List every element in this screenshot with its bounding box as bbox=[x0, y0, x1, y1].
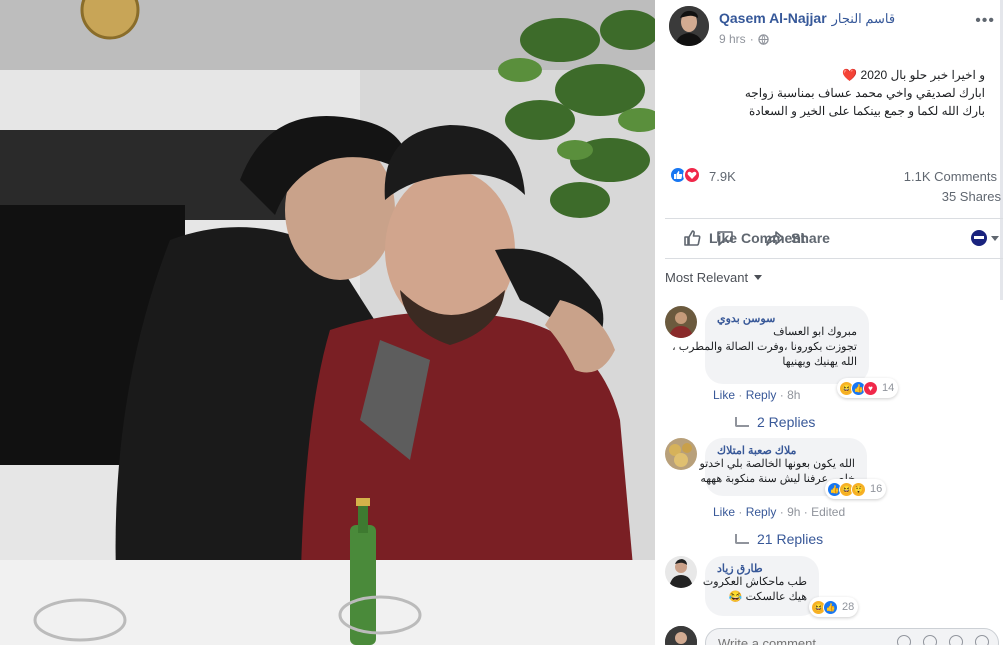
comment-reply-link[interactable]: Reply bbox=[746, 505, 777, 519]
comment-reaction-count: 14 bbox=[882, 382, 895, 394]
separator-dot: · bbox=[779, 505, 788, 519]
post-action-bar: Like Comment Share bbox=[669, 222, 1001, 254]
thumbs-up-icon bbox=[684, 230, 701, 246]
photo-illustration bbox=[0, 0, 655, 645]
comment-time[interactable]: 8h bbox=[787, 388, 800, 402]
comment-sort-dropdown[interactable]: Most Relevant bbox=[665, 270, 763, 285]
globe-icon bbox=[757, 33, 769, 45]
author-name[interactable]: Qasem Al-Najjar قاسم النجار bbox=[719, 10, 895, 27]
comment-bubble-icon bbox=[717, 231, 733, 246]
divider bbox=[665, 218, 1003, 219]
comment-bubble: طارق زياد طب ماحكاش العكروت هيك عالسكت 😂 bbox=[702, 556, 819, 616]
profile-flag-icon bbox=[971, 230, 987, 246]
comment-input-tools bbox=[897, 635, 989, 645]
like-reaction-icon: 👍 bbox=[823, 599, 838, 615]
reaction-count[interactable]: 7.9K bbox=[709, 169, 736, 184]
view-replies-link[interactable]: 21 Replies bbox=[735, 531, 823, 547]
camera-icon[interactable] bbox=[923, 635, 937, 645]
comment-like-link[interactable]: Like bbox=[713, 505, 735, 519]
replies-count: 21 Replies bbox=[757, 531, 824, 547]
shares-count[interactable]: 35 Shares bbox=[942, 189, 1001, 204]
emoji-icon[interactable] bbox=[897, 635, 911, 645]
commenter-name[interactable]: سوسن بدوي bbox=[717, 312, 857, 325]
gif-icon[interactable] bbox=[949, 635, 963, 645]
more-options-icon[interactable]: ••• bbox=[975, 12, 995, 30]
view-replies-link[interactable]: 2 Replies bbox=[735, 414, 815, 430]
post-meta: 9 hrs · bbox=[719, 32, 769, 46]
reaction-icons[interactable] bbox=[669, 166, 701, 184]
commenter-name[interactable]: طارق زياد bbox=[717, 562, 807, 575]
commenter-avatar[interactable] bbox=[665, 438, 697, 470]
post-detail-panel: Qasem Al-Najjar قاسم النجار 9 hrs · ••• و… bbox=[655, 0, 1003, 645]
commenter-avatar-image bbox=[665, 438, 697, 470]
post-text: و اخيرا خبر حلو بال 2020 ❤️ ابارك لصديقي… bbox=[675, 66, 985, 120]
comment-text: هيك عالسكت 😂 bbox=[728, 591, 807, 603]
chevron-down-icon bbox=[754, 275, 763, 280]
post-text-line: ابارك لصديقي واخي محمد عساف بمناسبة زواج… bbox=[744, 86, 985, 100]
post-time[interactable]: 9 hrs bbox=[719, 32, 746, 46]
comments-count[interactable]: 1.1K Comments bbox=[904, 169, 997, 184]
comment-reactions[interactable]: 👍 😆 😲 16 bbox=[825, 479, 887, 499]
comment-text: طب ماحكاش العكروت bbox=[702, 576, 807, 588]
write-comment-row bbox=[665, 626, 999, 645]
comment-text: تجوزت بكورونا ،وفرت الصالة والمطرب ، bbox=[672, 341, 857, 353]
separator-dot: · bbox=[779, 388, 788, 402]
author-avatar[interactable] bbox=[669, 6, 709, 46]
post-photo[interactable] bbox=[0, 0, 655, 645]
separator-dot: · bbox=[738, 388, 746, 402]
post-header: Qasem Al-Najjar قاسم النجار 9 hrs · ••• bbox=[669, 6, 999, 50]
comment-button-label: Comment bbox=[741, 230, 806, 246]
comment-text: الله يهنيك ويهنيها bbox=[782, 356, 857, 368]
reply-arrow-icon bbox=[735, 417, 749, 427]
comment-reactions[interactable]: 😆 👍 28 bbox=[809, 597, 859, 617]
reply-arrow-icon bbox=[735, 534, 749, 544]
post-text-line: و اخيرا خبر حلو بال 2020 ❤️ bbox=[842, 68, 985, 82]
author-avatar-image bbox=[669, 6, 709, 46]
comment-like-link[interactable]: Like bbox=[713, 388, 735, 402]
current-user-avatar[interactable] bbox=[665, 626, 697, 645]
comment-button[interactable]: Comment bbox=[715, 228, 1003, 248]
comment-actions: Like · Reply · 9h · Edited bbox=[713, 505, 845, 519]
comment-text: الله يكون بعونها الخالصة بلي اخدتو bbox=[699, 458, 855, 470]
post-text-line: بارك الله لكما و جمع بينكما على الخير و … bbox=[749, 104, 985, 118]
author-name-latin[interactable]: Qasem Al-Najjar bbox=[719, 10, 827, 26]
sticker-icon[interactable] bbox=[975, 635, 989, 645]
comment-actions: Like · Reply · 8h bbox=[713, 388, 800, 402]
comment-sort-label: Most Relevant bbox=[665, 270, 749, 285]
current-user-avatar-image bbox=[665, 626, 697, 645]
commenter-avatar[interactable] bbox=[665, 556, 697, 588]
commenter-name[interactable]: ملاك صعبة امتلاك bbox=[717, 444, 855, 457]
comment-reply-link[interactable]: Reply bbox=[746, 388, 777, 402]
author-name-arabic[interactable]: قاسم النجار bbox=[832, 11, 895, 26]
replies-count: 2 Replies bbox=[757, 414, 816, 430]
comment-time[interactable]: 9h bbox=[787, 505, 800, 519]
love-reaction-icon bbox=[683, 166, 701, 184]
separator-dot: · bbox=[738, 505, 746, 519]
comment-reactions[interactable]: 😆 👍 ♥ 14 bbox=[837, 378, 899, 398]
comment-edited-label[interactable]: Edited bbox=[811, 505, 845, 519]
meta-separator: · bbox=[749, 32, 754, 46]
comment-reaction-count: 16 bbox=[870, 483, 883, 495]
comment-reaction-count: 28 bbox=[842, 601, 855, 613]
wow-reaction-icon: 😲 bbox=[851, 481, 866, 497]
commenter-avatar[interactable] bbox=[665, 306, 697, 338]
comment-text: مبروك ابو العساف bbox=[773, 326, 857, 338]
comment-bubble: سوسن بدوي مبروك ابو العساف تجوزت بكورونا… bbox=[672, 306, 869, 384]
commenter-avatar-image bbox=[665, 556, 697, 588]
divider bbox=[665, 258, 1003, 259]
love-reaction-icon: ♥ bbox=[863, 380, 878, 396]
commenter-avatar-image bbox=[665, 306, 697, 338]
reactions-summary: 7.9K 1.1K Comments bbox=[669, 164, 999, 188]
